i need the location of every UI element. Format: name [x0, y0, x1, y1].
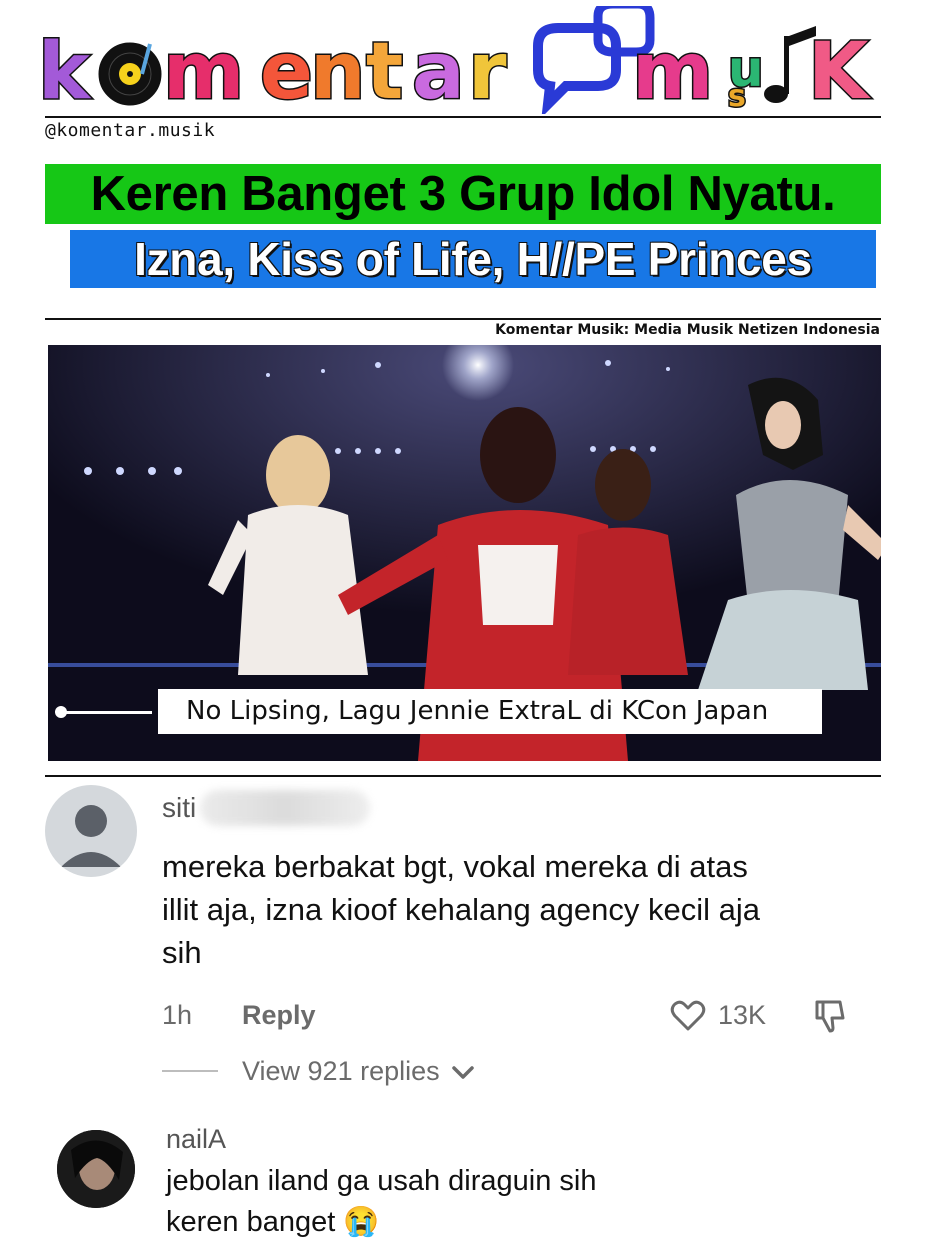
heart-icon[interactable] — [670, 1000, 706, 1032]
logo-letter-e: e — [260, 27, 313, 114]
video-progress-track[interactable] — [58, 711, 152, 714]
comment-1-text: mereka berbakat bgt, vokal mereka di ata… — [162, 845, 760, 974]
replies-divider — [162, 1070, 218, 1072]
logo-letter-k: k — [38, 27, 92, 114]
comment-1-line: mereka berbakat bgt, vokal mereka di ata… — [162, 849, 748, 884]
section-rule-bottom — [45, 775, 881, 777]
logo-letter-r: r — [468, 27, 507, 114]
header-rule — [45, 116, 881, 118]
headline-line-2-bar: Izna, Kiss of Life, H//PE Princes — [70, 230, 876, 288]
komentar-musik-logo: k m e n t a r m u s K — [38, 6, 873, 114]
account-handle: @komentar.musik — [45, 120, 216, 141]
logo-letter-a: a — [412, 27, 465, 114]
video-progress-handle[interactable] — [55, 706, 67, 718]
dislike-icon[interactable] — [812, 998, 848, 1034]
comment-2-line: jebolan iland ga usah diraguin sih — [166, 1165, 597, 1197]
logo-letter-t: t — [366, 27, 403, 114]
media-tagline: Komentar Musik: Media Musik Netizen Indo… — [495, 322, 880, 338]
comment-2-username[interactable]: nailA — [166, 1124, 226, 1155]
logo-letter-m2: m — [632, 27, 713, 114]
headline-line-1-bar: Keren Banget 3 Grup Idol Nyatu. — [45, 164, 881, 224]
reply-button[interactable]: Reply — [242, 1000, 316, 1031]
blurred-username-part — [200, 790, 370, 826]
view-replies-button[interactable]: View 921 replies — [242, 1056, 475, 1087]
video-caption: No Lipsing, Lagu Jennie ExtraL di KCon J… — [186, 696, 769, 726]
logo-letter-s: s — [728, 79, 746, 114]
default-user-icon — [61, 805, 121, 867]
comment-1-line: sih — [162, 935, 202, 970]
headline-line-2: Izna, Kiss of Life, H//PE Princes — [134, 233, 812, 285]
comment-2-text: jebolan iland ga usah diraguin sih keren… — [166, 1161, 596, 1243]
comment-1-line: illit aja, izna kioof kehalang agency ke… — [162, 892, 760, 927]
avatar-naila[interactable] — [57, 1130, 135, 1208]
avatar-default[interactable] — [45, 785, 137, 877]
headline-line-1: Keren Banget 3 Grup Idol Nyatu. — [90, 167, 836, 221]
section-rule-top — [45, 318, 881, 320]
profile-photo-icon — [57, 1130, 135, 1208]
chevron-down-icon — [452, 1066, 474, 1079]
logo-letter-k2: K — [808, 27, 871, 114]
logo-letter-m: m — [163, 27, 244, 114]
like-count: 13K — [718, 1000, 767, 1030]
video-caption-box: No Lipsing, Lagu Jennie ExtraL di KCon J… — [158, 689, 822, 734]
comment-1-username[interactable]: siti — [162, 792, 196, 824]
view-replies-label[interactable]: View 921 replies — [242, 1056, 440, 1086]
comment-2-line: keren banget 😭 — [166, 1206, 380, 1238]
vinyl-record-icon — [98, 42, 162, 106]
comment-1-time: 1h — [162, 1000, 193, 1030]
logo-letter-n: n — [310, 27, 366, 114]
